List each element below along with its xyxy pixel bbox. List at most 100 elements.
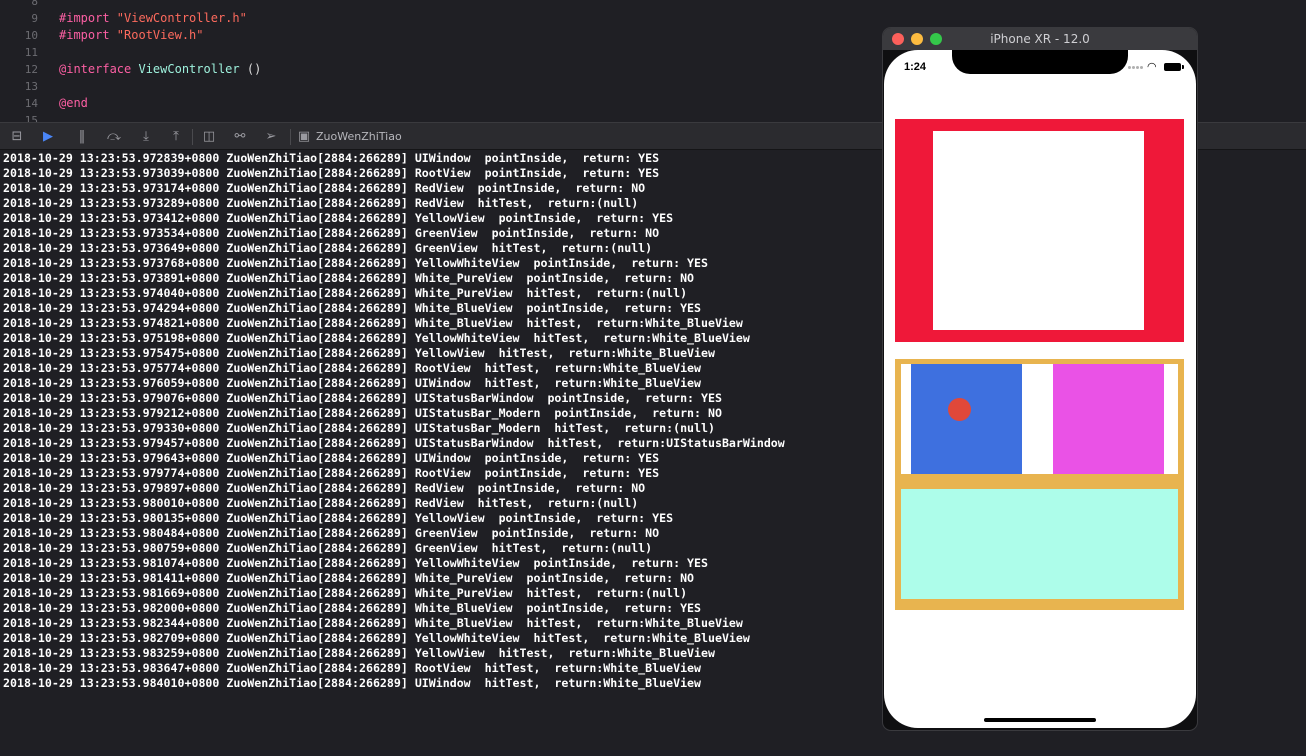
step-into-icon[interactable]: ⤓: [138, 129, 154, 145]
console-line: 2018-10-29 13:23:53.980759+0800 ZuoWenZh…: [3, 541, 653, 555]
console-line: 2018-10-29 13:23:53.979643+0800 ZuoWenZh…: [3, 451, 660, 465]
console-line: 2018-10-29 13:23:53.972839+0800 ZuoWenZh…: [3, 151, 660, 165]
console-line: 2018-10-29 13:23:53.980135+0800 ZuoWenZh…: [3, 511, 674, 525]
console-line: 2018-10-29 13:23:53.980484+0800 ZuoWenZh…: [3, 526, 660, 540]
console-line: 2018-10-29 13:23:53.979457+0800 ZuoWenZh…: [3, 436, 785, 450]
view-hierarchy-icon[interactable]: ◫: [201, 129, 217, 145]
line-number: 10: [24, 29, 38, 42]
console-line: 2018-10-29 13:23:53.979774+0800 ZuoWenZh…: [3, 466, 660, 480]
console-line: 2018-10-29 13:23:53.975774+0800 ZuoWenZh…: [3, 361, 702, 375]
console-line: 2018-10-29 13:23:53.973174+0800 ZuoWenZh…: [3, 181, 646, 195]
white-pure-view[interactable]: [1053, 364, 1164, 474]
line-number: 8: [31, 0, 38, 8]
console-line: 2018-10-29 13:23:53.973649+0800 ZuoWenZh…: [3, 241, 653, 255]
cellular-signal-icon: [1128, 66, 1131, 69]
status-bar-clock: 1:24: [904, 61, 927, 73]
home-indicator[interactable]: [984, 718, 1096, 722]
yellow-view[interactable]: [895, 359, 1184, 610]
code-line[interactable]: 12 @interface ViewController (): [0, 61, 880, 78]
code-token: #import: [59, 28, 117, 42]
console-line: 2018-10-29 13:23:53.979076+0800 ZuoWenZh…: [3, 391, 722, 405]
console-line: 2018-10-29 13:23:53.979897+0800 ZuoWenZh…: [3, 481, 646, 495]
code-token: #import: [59, 11, 117, 25]
code-token: (): [239, 62, 262, 76]
debug-target-label[interactable]: ZuoWenZhiTiao: [316, 129, 402, 145]
console-line: 2018-10-29 13:23:53.973768+0800 ZuoWenZh…: [3, 256, 708, 270]
step-out-icon[interactable]: ⤒: [168, 129, 184, 145]
code-text: #import "RootView.h": [59, 27, 204, 44]
simulator-title: iPhone XR - 12.0: [990, 32, 1090, 46]
status-bar-icons: ◠: [1128, 61, 1188, 73]
code-line[interactable]: 14 @end: [0, 95, 880, 112]
code-token: "ViewController.h": [116, 11, 247, 25]
cellular-signal-icon: [1140, 66, 1143, 69]
white-inner-view[interactable]: [933, 131, 1144, 330]
memory-graph-icon[interactable]: ⚯: [232, 129, 248, 145]
code-line[interactable]: 8: [0, 0, 880, 10]
app-target-icon: ▣: [297, 129, 311, 144]
code-line[interactable]: 9 #import "ViewController.h": [0, 10, 880, 27]
console-line: 2018-10-29 13:23:53.974294+0800 ZuoWenZh…: [3, 301, 702, 315]
cellular-signal-icon: [1132, 66, 1135, 69]
line-number: 13: [24, 80, 38, 93]
console-line: 2018-10-29 13:23:53.973534+0800 ZuoWenZh…: [3, 226, 660, 240]
line-number: 14: [24, 97, 38, 110]
console-line: 2018-10-29 13:23:53.973039+0800 ZuoWenZh…: [3, 166, 660, 180]
wifi-icon: ◠: [1147, 60, 1157, 73]
cellular-signal-icon: [1136, 66, 1139, 69]
code-text: @end: [59, 95, 88, 112]
console-line: 2018-10-29 13:23:53.982344+0800 ZuoWenZh…: [3, 616, 743, 630]
device-notch: [952, 50, 1128, 74]
toolbar-divider: [290, 129, 291, 145]
console-line: 2018-10-29 13:23:53.975198+0800 ZuoWenZh…: [3, 331, 750, 345]
console-line: 2018-10-29 13:23:53.981411+0800 ZuoWenZh…: [3, 571, 695, 585]
console-line: 2018-10-29 13:23:53.984010+0800 ZuoWenZh…: [3, 676, 702, 690]
code-text: #import "ViewController.h": [59, 10, 247, 27]
console-output[interactable]: 2018-10-29 13:23:53.972839+0800 ZuoWenZh…: [0, 150, 880, 756]
hide-debug-area-icon[interactable]: ⊟: [9, 129, 25, 145]
toolbar-divider: [192, 129, 193, 145]
console-line: 2018-10-29 13:23:53.981669+0800 ZuoWenZh…: [3, 586, 688, 600]
console-line: 2018-10-29 13:23:53.983647+0800 ZuoWenZh…: [3, 661, 702, 675]
device-screen[interactable]: 1:24 ◠: [884, 50, 1196, 728]
simulate-location-icon[interactable]: ➢: [263, 129, 279, 145]
console-line: 2018-10-29 13:23:53.973289+0800 ZuoWenZh…: [3, 196, 639, 210]
code-token: "RootView.h": [116, 28, 204, 42]
code-token: @interface: [59, 62, 139, 76]
code-line[interactable]: 13: [0, 78, 880, 95]
code-line[interactable]: 10 #import "RootView.h": [0, 27, 880, 44]
console-line: 2018-10-29 13:23:53.983259+0800 ZuoWenZh…: [3, 646, 715, 660]
red-view[interactable]: [895, 119, 1184, 342]
battery-icon: [1164, 63, 1184, 71]
console-line: 2018-10-29 13:23:53.982709+0800 ZuoWenZh…: [3, 631, 750, 645]
simulator-window: iPhone XR - 12.0 1:24 ◠: [883, 28, 1197, 730]
code-token: ViewController: [138, 62, 240, 76]
console-line: 2018-10-29 13:23:53.982000+0800 ZuoWenZh…: [3, 601, 702, 615]
console-line: 2018-10-29 13:23:53.973412+0800 ZuoWenZh…: [3, 211, 674, 225]
code-line[interactable]: 11: [0, 44, 880, 61]
breakpoints-icon[interactable]: ▶: [40, 129, 56, 145]
console-line: 2018-10-29 13:23:53.980010+0800 ZuoWenZh…: [3, 496, 639, 510]
console-line: 2018-10-29 13:23:53.976059+0800 ZuoWenZh…: [3, 376, 702, 390]
line-number: 12: [24, 63, 38, 76]
console-line: 2018-10-29 13:23:53.974040+0800 ZuoWenZh…: [3, 286, 688, 300]
console-line: 2018-10-29 13:23:53.981074+0800 ZuoWenZh…: [3, 556, 708, 570]
console-line: 2018-10-29 13:23:53.979330+0800 ZuoWenZh…: [3, 421, 715, 435]
line-number: 9: [31, 12, 38, 25]
green-view[interactable]: [901, 489, 1178, 599]
code-token: @end: [59, 96, 88, 110]
step-over-icon[interactable]: ⤼: [106, 129, 122, 145]
white-blue-view[interactable]: [911, 364, 1022, 474]
line-number: 11: [24, 46, 38, 59]
console-line: 2018-10-29 13:23:53.974821+0800 ZuoWenZh…: [3, 316, 743, 330]
touch-indicator: [948, 398, 971, 421]
pause-icon[interactable]: ‖: [74, 129, 90, 145]
console-line: 2018-10-29 13:23:53.979212+0800 ZuoWenZh…: [3, 406, 722, 420]
console-line: 2018-10-29 13:23:53.973891+0800 ZuoWenZh…: [3, 271, 695, 285]
code-line[interactable]: 15: [0, 112, 880, 122]
line-number: 15: [24, 114, 38, 122]
simulator-titlebar: iPhone XR - 12.0: [883, 28, 1197, 50]
yellow-white-view[interactable]: [901, 364, 1178, 474]
code-text: @interface ViewController (): [59, 61, 261, 78]
console-line: 2018-10-29 13:23:53.975475+0800 ZuoWenZh…: [3, 346, 715, 360]
